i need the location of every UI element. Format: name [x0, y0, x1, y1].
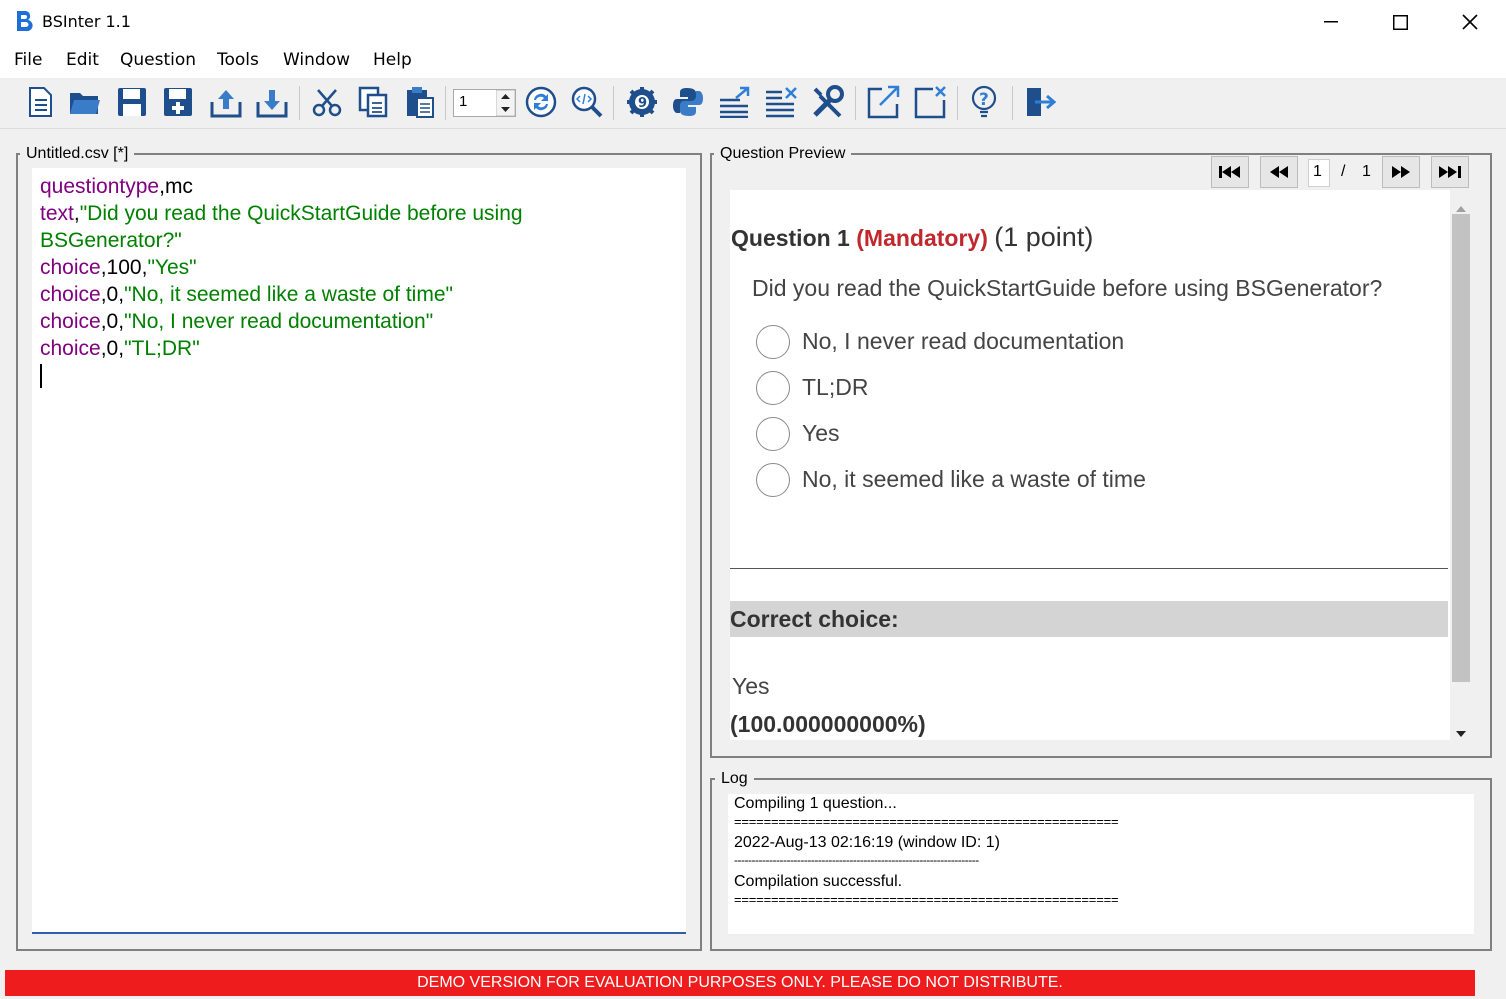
- log-title: Log: [715, 770, 754, 788]
- log-line: Compiling 1 question...: [734, 795, 897, 812]
- first-page-button[interactable]: [1211, 156, 1249, 188]
- external-link-icon[interactable]: [865, 84, 901, 120]
- question-label: Question 1: [731, 225, 850, 251]
- maximize-button[interactable]: [1366, 0, 1434, 44]
- scroll-down-arrow[interactable]: [1455, 723, 1467, 742]
- toolbar-separator: [957, 86, 958, 120]
- toolbar-separator: [855, 86, 856, 120]
- log-line: ----------------------------------------…: [734, 853, 979, 867]
- previous-page-button[interactable]: [1260, 156, 1298, 188]
- preview-title: Question Preview: [714, 145, 852, 163]
- code-line: choice,0,"No, it seemed like a waste of …: [40, 283, 453, 306]
- minimize-button[interactable]: [1297, 0, 1365, 44]
- correct-answer: Yes: [732, 673, 770, 699]
- code-line: choice,0,"TL;DR": [40, 337, 200, 360]
- svg-text:?: ?: [979, 90, 989, 110]
- code-line: choice,100,"Yes": [40, 256, 197, 279]
- new-file-icon[interactable]: [22, 84, 58, 120]
- paste-icon[interactable]: [402, 84, 438, 120]
- choice-radio[interactable]: [756, 325, 790, 359]
- python-icon[interactable]: [670, 84, 706, 120]
- window-title: BSInter 1.1: [42, 12, 131, 31]
- choice-label: Yes: [802, 420, 840, 446]
- clear-list-icon[interactable]: [763, 84, 799, 120]
- menu-help[interactable]: Help: [373, 50, 412, 70]
- close-window-icon[interactable]: [912, 84, 948, 120]
- cut-icon[interactable]: [309, 84, 345, 120]
- open-folder-icon[interactable]: [67, 84, 103, 120]
- menu-edit[interactable]: Edit: [66, 50, 99, 70]
- toolbar-separator: [1012, 86, 1013, 120]
- page-current: 1: [1313, 163, 1322, 180]
- exit-icon[interactable]: [1022, 84, 1058, 120]
- mandatory-label: (Mandatory): [856, 225, 988, 251]
- choice-label: No, I never read documentation: [802, 328, 1125, 354]
- last-page-button[interactable]: [1431, 156, 1469, 188]
- menu-question[interactable]: Question: [120, 50, 196, 70]
- spinbox-value: 1: [459, 93, 468, 110]
- points-label: (1 point): [994, 222, 1094, 252]
- code-line: BSGenerator?": [40, 229, 182, 252]
- title-bar: [0, 0, 1506, 44]
- toolbar-separator: [445, 86, 446, 120]
- choice-label: No, it seemed like a waste of time: [802, 466, 1146, 492]
- correct-choice-header: Correct choice:: [730, 601, 1448, 637]
- menu-tools[interactable]: Tools: [217, 50, 259, 70]
- editor-title: Untitled.csv [*]: [20, 145, 135, 163]
- spinbox-arrows[interactable]: [495, 89, 516, 117]
- app-logo-icon: [14, 10, 34, 32]
- log-line: ========================================…: [734, 892, 1119, 907]
- question-heading: Question 1 (Mandatory) (1 point): [731, 222, 1093, 253]
- code-line: choice,0,"No, I never read documentation…: [40, 310, 434, 333]
- close-window-button[interactable]: [1436, 0, 1504, 44]
- divider: [730, 568, 1448, 569]
- refresh-icon[interactable]: [523, 84, 559, 120]
- toolbar-separator: [299, 86, 300, 120]
- next-page-button[interactable]: [1382, 156, 1420, 188]
- log-line: ========================================…: [734, 814, 1119, 829]
- code-line: questiontype,mc: [40, 175, 193, 198]
- download-icon[interactable]: [254, 84, 290, 120]
- preview-pane: [730, 190, 1450, 740]
- save-icon[interactable]: [114, 84, 150, 120]
- toolbar-separator: [613, 86, 614, 120]
- correct-percent: (100.000000000%): [730, 711, 926, 737]
- choice-radio[interactable]: [756, 463, 790, 497]
- inspect-code-icon[interactable]: [569, 84, 605, 120]
- tools-icon[interactable]: [810, 84, 846, 120]
- upload-icon[interactable]: [208, 84, 244, 120]
- menu-file[interactable]: File: [14, 50, 42, 70]
- log-line: Compilation successful.: [734, 873, 903, 890]
- question-text: Did you read the QuickStartGuide before …: [752, 275, 1383, 301]
- choice-radio[interactable]: [756, 417, 790, 451]
- choice-label: TL;DR: [802, 374, 869, 400]
- save-as-icon[interactable]: [160, 84, 196, 120]
- demo-version-banner: DEMO VERSION FOR EVALUATION PURPOSES ONL…: [5, 970, 1475, 996]
- export-list-icon[interactable]: [717, 84, 753, 120]
- code-line: text,"Did you read the QuickStartGuide b…: [40, 202, 523, 225]
- text-caret: [40, 364, 42, 388]
- log-line: 2022-Aug-13 02:16:19 (window ID: 1): [734, 834, 1000, 851]
- page-total: 1: [1362, 163, 1371, 180]
- page-separator: /: [1341, 163, 1346, 180]
- help-icon[interactable]: ?: [967, 84, 1003, 120]
- copy-icon[interactable]: [355, 84, 391, 120]
- choice-radio[interactable]: [756, 371, 790, 405]
- svg-text:9: 9: [638, 96, 647, 111]
- settings-icon[interactable]: 9: [624, 84, 660, 120]
- menu-window[interactable]: Window: [283, 50, 350, 70]
- scrollbar-thumb[interactable]: [1452, 214, 1470, 682]
